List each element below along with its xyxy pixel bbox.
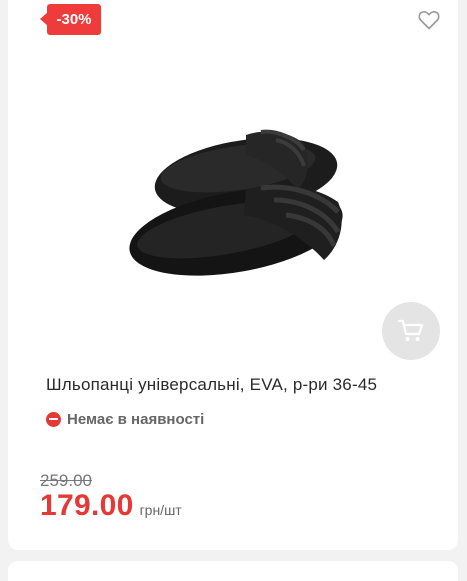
- heart-icon[interactable]: [418, 10, 440, 30]
- cart-icon: [398, 319, 424, 341]
- price-row: 179.00 грн/шт: [40, 489, 182, 523]
- stock-status: Немає в наявності: [46, 409, 204, 429]
- minus-circle-icon: [46, 411, 61, 427]
- product-image[interactable]: [126, 120, 351, 280]
- price-unit: грн/шт: [139, 502, 182, 518]
- stock-status-label: Немає в наявності: [67, 410, 205, 428]
- product-card[interactable]: -30% Шльопанці універсальні, EVA, р-ри 3…: [8, 0, 458, 550]
- next-product-card: [8, 561, 458, 581]
- current-price: 179.00: [40, 489, 134, 522]
- old-price: 259.00: [40, 471, 92, 490]
- discount-badge-label: -30%: [56, 11, 92, 28]
- add-to-cart-button[interactable]: [382, 302, 440, 360]
- discount-badge: -30%: [40, 4, 101, 35]
- product-title[interactable]: Шльопанці універсальні, EVA, р-ри 36-45: [46, 375, 446, 395]
